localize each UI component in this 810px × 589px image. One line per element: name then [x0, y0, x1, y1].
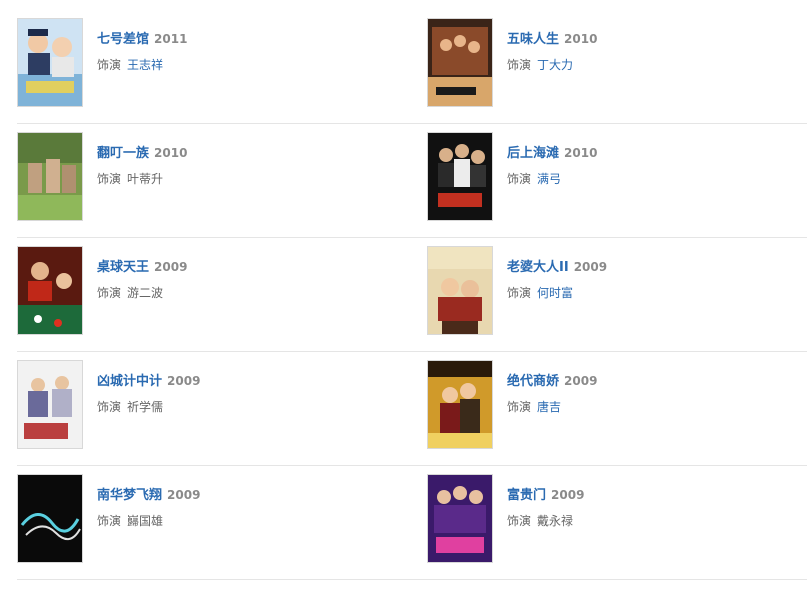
drama-row: 凶城计中计 2009 饰演 祈学儒 绝代商娇 2009 饰演 唐吉 — [17, 352, 807, 466]
drama-year: 2011 — [154, 32, 188, 46]
drama-poster[interactable] — [428, 361, 492, 448]
drama-title-link[interactable]: 绝代商娇 — [507, 374, 559, 389]
drama-year: 2009 — [154, 260, 188, 274]
cast-label: 饰演 — [97, 286, 122, 300]
drama-title-link[interactable]: 南华梦飞翔 — [97, 488, 162, 503]
drama-item: 后上海滩 2010 饰演 满弓 — [427, 124, 810, 238]
actor-link[interactable]: 唐吉 — [537, 400, 561, 414]
actor-link[interactable]: 何时富 — [537, 286, 573, 300]
drama-item: 翻叮一族 2010 饰演 叶蒂升 — [17, 124, 407, 238]
drama-year: 2009 — [167, 374, 201, 388]
drama-item: 富贵门 2009 饰演 戴永禄 — [427, 466, 810, 580]
actor-name: 巋国雄 — [127, 514, 164, 528]
drama-poster[interactable] — [18, 475, 82, 562]
drama-item: 七号差馆 2011 饰演 王志祥 — [17, 10, 407, 124]
drama-poster[interactable] — [428, 133, 492, 220]
drama-row: 七号差馆 2011 饰演 王志祥 五味人生 2010 饰演 丁大力 — [17, 10, 807, 124]
actor-link[interactable]: 王志祥 — [127, 58, 163, 72]
actor-name: 游二波 — [127, 286, 164, 300]
drama-year: 2009 — [551, 488, 585, 502]
drama-row: 南华梦飞翔 2009 饰演 巋国雄 富贵门 2009 饰演 戴永禄 — [17, 466, 807, 580]
drama-year: 2010 — [564, 146, 598, 160]
drama-year: 2010 — [154, 146, 188, 160]
cast-label: 饰演 — [97, 58, 122, 72]
drama-poster[interactable] — [18, 247, 82, 334]
drama-title-link[interactable]: 后上海滩 — [507, 146, 559, 161]
cast-label: 饰演 — [97, 400, 122, 414]
actor-link[interactable]: 丁大力 — [537, 58, 573, 72]
drama-poster[interactable] — [18, 19, 82, 106]
actor-name: 戴永禄 — [537, 514, 574, 528]
cast-label: 饰演 — [97, 172, 122, 186]
cast-label: 饰演 — [507, 172, 532, 186]
drama-title-link[interactable]: 桌球天王 — [97, 260, 149, 275]
cast-label: 饰演 — [507, 400, 532, 414]
drama-poster[interactable] — [18, 133, 82, 220]
drama-poster[interactable] — [428, 19, 492, 106]
drama-year: 2010 — [564, 32, 598, 46]
drama-year: 2009 — [564, 374, 598, 388]
actor-name: 祈学儒 — [127, 400, 164, 414]
drama-item: 南华梦飞翔 2009 饰演 巋国雄 — [17, 466, 407, 580]
drama-poster[interactable] — [428, 247, 492, 334]
drama-title-link[interactable]: 五味人生 — [507, 32, 559, 47]
actor-link[interactable]: 满弓 — [537, 172, 561, 186]
drama-year: 2009 — [167, 488, 201, 502]
cast-label: 饰演 — [507, 286, 532, 300]
drama-item: 绝代商娇 2009 饰演 唐吉 — [427, 352, 810, 466]
drama-title-link[interactable]: 老婆大人II — [507, 260, 569, 275]
cast-label: 饰演 — [97, 514, 122, 528]
drama-poster[interactable] — [18, 361, 82, 448]
drama-poster[interactable] — [428, 475, 492, 562]
drama-item: 桌球天王 2009 饰演 游二波 — [17, 238, 407, 352]
cast-label: 饰演 — [507, 514, 532, 528]
drama-item: 五味人生 2010 饰演 丁大力 — [427, 10, 810, 124]
cast-label: 饰演 — [507, 58, 532, 72]
drama-title-link[interactable]: 富贵门 — [507, 488, 546, 503]
drama-row: 翻叮一族 2010 饰演 叶蒂升 后上海滩 2010 饰演 满弓 — [17, 124, 807, 238]
drama-title-link[interactable]: 七号差馆 — [97, 32, 149, 47]
drama-year: 2009 — [573, 260, 608, 274]
drama-list: 七号差馆 2011 饰演 王志祥 五味人生 2010 饰演 丁大力 翻叮一族 2010 饰… — [0, 0, 810, 589]
drama-item: 凶城计中计 2009 饰演 祈学儒 — [17, 352, 407, 466]
drama-title-link[interactable]: 翻叮一族 — [97, 146, 149, 161]
drama-item: 老婆大人II 2009 饰演 何时富 — [427, 238, 810, 352]
drama-row: 桌球天王 2009 饰演 游二波 老婆大人II 2009 饰演 何时富 — [17, 238, 807, 352]
drama-title-link[interactable]: 凶城计中计 — [97, 374, 162, 389]
actor-name: 叶蒂升 — [127, 172, 164, 186]
